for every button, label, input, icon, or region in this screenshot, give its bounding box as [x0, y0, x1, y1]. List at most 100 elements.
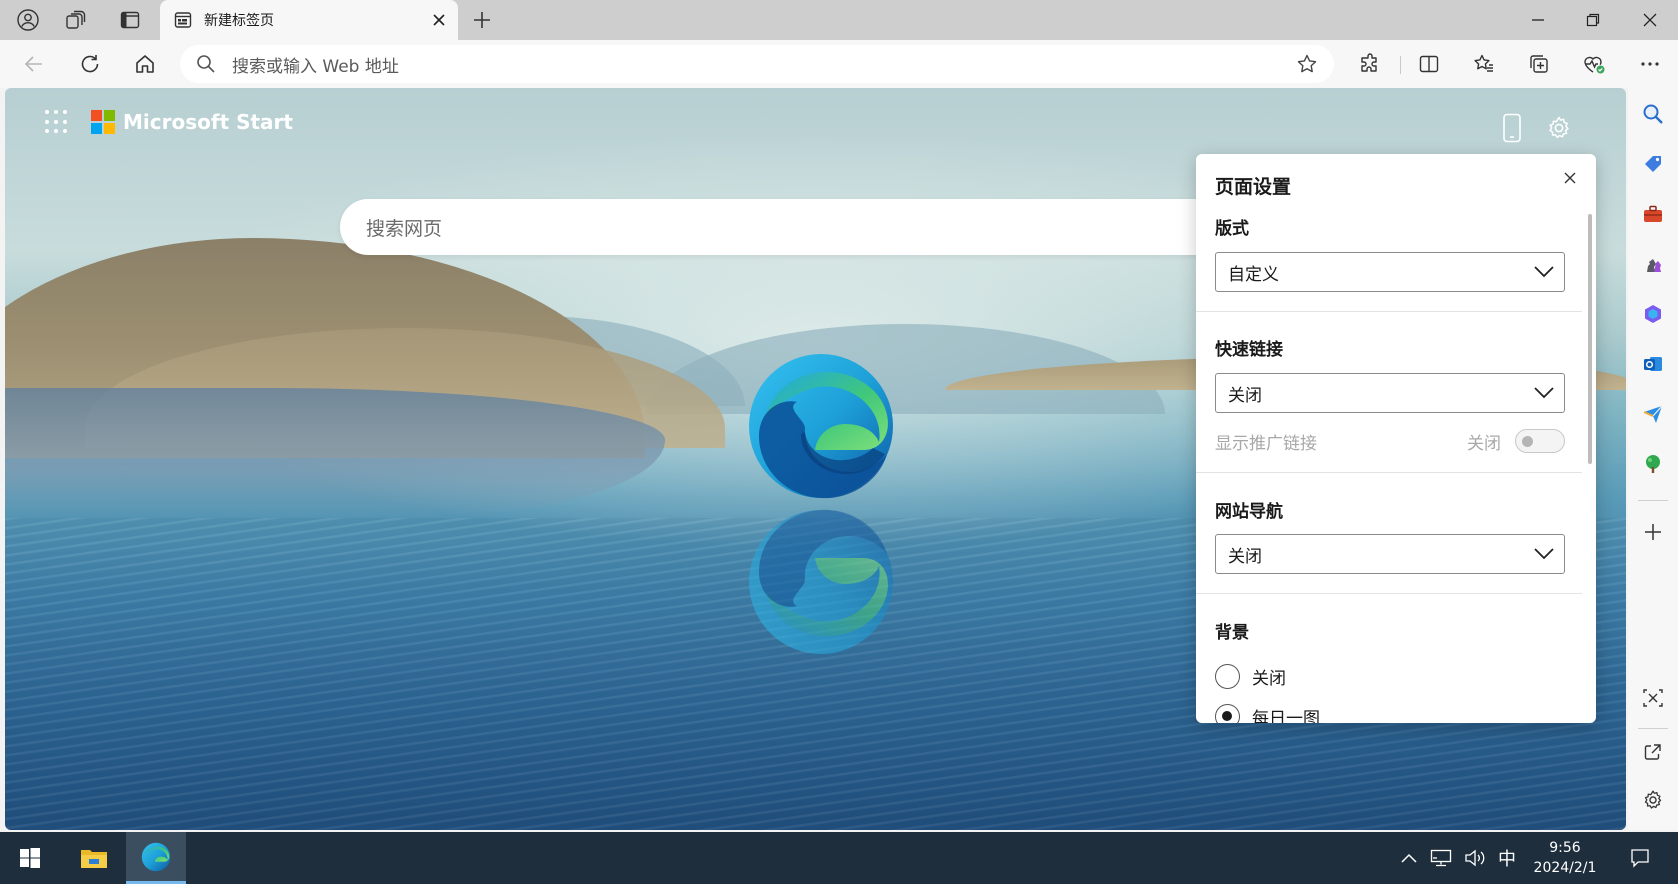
sidebar-m365-button[interactable]: [1637, 298, 1669, 330]
action-center-button[interactable]: [1620, 832, 1660, 884]
site-nav-value: 关闭: [1228, 546, 1262, 567]
split-screen-icon: [1419, 55, 1439, 73]
background-marsh: [5, 388, 665, 518]
vertical-tabs-button[interactable]: [114, 4, 146, 36]
minimize-button[interactable]: [1510, 0, 1566, 40]
home-button[interactable]: [129, 48, 161, 80]
minimize-icon: [1532, 19, 1544, 21]
layout-dropdown[interactable]: 自定义: [1215, 252, 1565, 292]
section-divider: [1196, 593, 1582, 594]
background-option-off[interactable]: 关闭: [1215, 664, 1286, 689]
sidebar-tree-button[interactable]: [1637, 448, 1669, 480]
close-window-button[interactable]: [1622, 0, 1678, 40]
shopping-tag-icon: [1645, 156, 1661, 172]
search-icon: [1643, 104, 1663, 124]
back-button[interactable]: [18, 48, 50, 80]
workspaces-button[interactable]: [60, 4, 92, 36]
section-divider: [1196, 311, 1582, 312]
quick-links-value: 关闭: [1228, 385, 1262, 406]
sidebar-drop-button[interactable]: [1637, 398, 1669, 430]
collections-button[interactable]: [1523, 48, 1555, 80]
tree-icon: [1646, 455, 1660, 473]
sidebar-search-button[interactable]: [1637, 98, 1669, 130]
more-dots-icon: [1641, 62, 1659, 66]
windows-logo-icon: [20, 848, 40, 868]
profile-button[interactable]: [12, 4, 44, 36]
puzzle-icon: [1361, 53, 1377, 72]
phone-icon: [1503, 113, 1521, 143]
restore-button[interactable]: [1565, 0, 1621, 40]
refresh-button[interactable]: [74, 48, 106, 80]
clock-date: 2024/2/1: [1533, 860, 1597, 876]
plus-icon: [1645, 524, 1661, 540]
collections-icon: [1530, 55, 1548, 73]
page-settings-panel: 页面设置 版式 自定义 快速链接 关闭 显示推广链接 关闭 网站导航 关闭 背景…: [1196, 154, 1596, 723]
panel-close-button[interactable]: [1558, 166, 1582, 190]
folder-icon: [81, 850, 107, 868]
split-screen-button[interactable]: [1413, 48, 1445, 80]
home-icon: [136, 55, 154, 73]
workspaces-icon: [66, 10, 86, 29]
promoted-links-toggle[interactable]: [1515, 429, 1565, 453]
sidebar-add-button[interactable]: [1637, 516, 1669, 548]
gear-icon: [1549, 116, 1569, 139]
favorites-button[interactable]: [1468, 48, 1500, 80]
start-button[interactable]: [0, 832, 60, 884]
taskbar: 中 9:56 2024/2/1: [0, 832, 1678, 884]
tab-title: 新建标签页: [204, 13, 274, 29]
sidebar-open-external-button[interactable]: [1637, 736, 1669, 768]
extensions-button[interactable]: [1354, 48, 1386, 80]
sidebar-outlook-button[interactable]: [1637, 348, 1669, 380]
network-button[interactable]: [1426, 832, 1456, 884]
taskbar-clock[interactable]: 9:56 2024/2/1: [1522, 838, 1608, 878]
toggle-knob: [1522, 436, 1533, 447]
sidebar-games-button[interactable]: [1637, 248, 1669, 280]
promoted-links-state: 关闭: [1467, 434, 1501, 454]
tab-new-tab[interactable]: 新建标签页: [160, 0, 458, 40]
page-settings-button[interactable]: [1543, 112, 1575, 144]
sidebar-shopping-button[interactable]: [1637, 148, 1669, 180]
chevron-down-icon: [1534, 548, 1554, 560]
address-bar[interactable]: 搜索或输入 Web 地址: [180, 45, 1334, 83]
chess-piece-icon: [1647, 259, 1661, 272]
input-method-indicator[interactable]: 中: [1494, 832, 1520, 884]
taskbar-file-explorer[interactable]: [64, 832, 124, 884]
clock-time: 9:56: [1549, 840, 1581, 856]
outlook-icon: [1644, 357, 1662, 371]
edge-logo-icon: [749, 354, 893, 499]
edge-logo-reflection: [749, 509, 893, 654]
radio-button[interactable]: [1215, 704, 1240, 723]
web-search-input[interactable]: 搜索网页: [340, 199, 1240, 255]
panel-scrollbar[interactable]: [1588, 214, 1592, 464]
sidebar-divider: [1638, 728, 1668, 729]
settings-more-button[interactable]: [1634, 48, 1666, 80]
browser-essentials-button[interactable]: [1578, 48, 1610, 80]
show-hidden-icons-button[interactable]: [1396, 832, 1422, 884]
toolbar-divider: [1400, 56, 1401, 74]
gear-icon: [1644, 790, 1662, 809]
vertical-tabs-icon: [120, 11, 140, 29]
site-nav-dropdown[interactable]: 关闭: [1215, 534, 1565, 574]
quick-links-dropdown[interactable]: 关闭: [1215, 373, 1565, 413]
close-tab-icon[interactable]: [432, 13, 446, 27]
notification-icon: [1631, 849, 1649, 868]
layout-value: 自定义: [1228, 264, 1279, 285]
mobile-app-button[interactable]: [1496, 112, 1528, 144]
restore-icon: [1586, 13, 1600, 27]
heart-pulse-icon: [1584, 56, 1605, 74]
new-tab-button[interactable]: [466, 4, 498, 36]
microsoft-start-brand[interactable]: Microsoft Start: [123, 110, 293, 134]
sidebar-tools-button[interactable]: [1637, 198, 1669, 230]
sidebar-screenshot-button[interactable]: [1637, 682, 1669, 714]
volume-button[interactable]: [1460, 832, 1490, 884]
radio-button[interactable]: [1215, 664, 1240, 689]
edge-icon: [141, 842, 171, 871]
promoted-links-label: 显示推广链接: [1215, 434, 1317, 454]
app-launcher-icon[interactable]: [45, 110, 69, 134]
taskbar-edge[interactable]: [126, 832, 186, 884]
sidebar-settings-button[interactable]: [1637, 784, 1669, 816]
tab-strip: 新建标签页: [0, 0, 1678, 40]
background-option-daily-image[interactable]: 每日一图: [1215, 704, 1320, 723]
speaker-icon: [1465, 849, 1485, 867]
favorite-star-icon[interactable]: [1296, 53, 1318, 75]
